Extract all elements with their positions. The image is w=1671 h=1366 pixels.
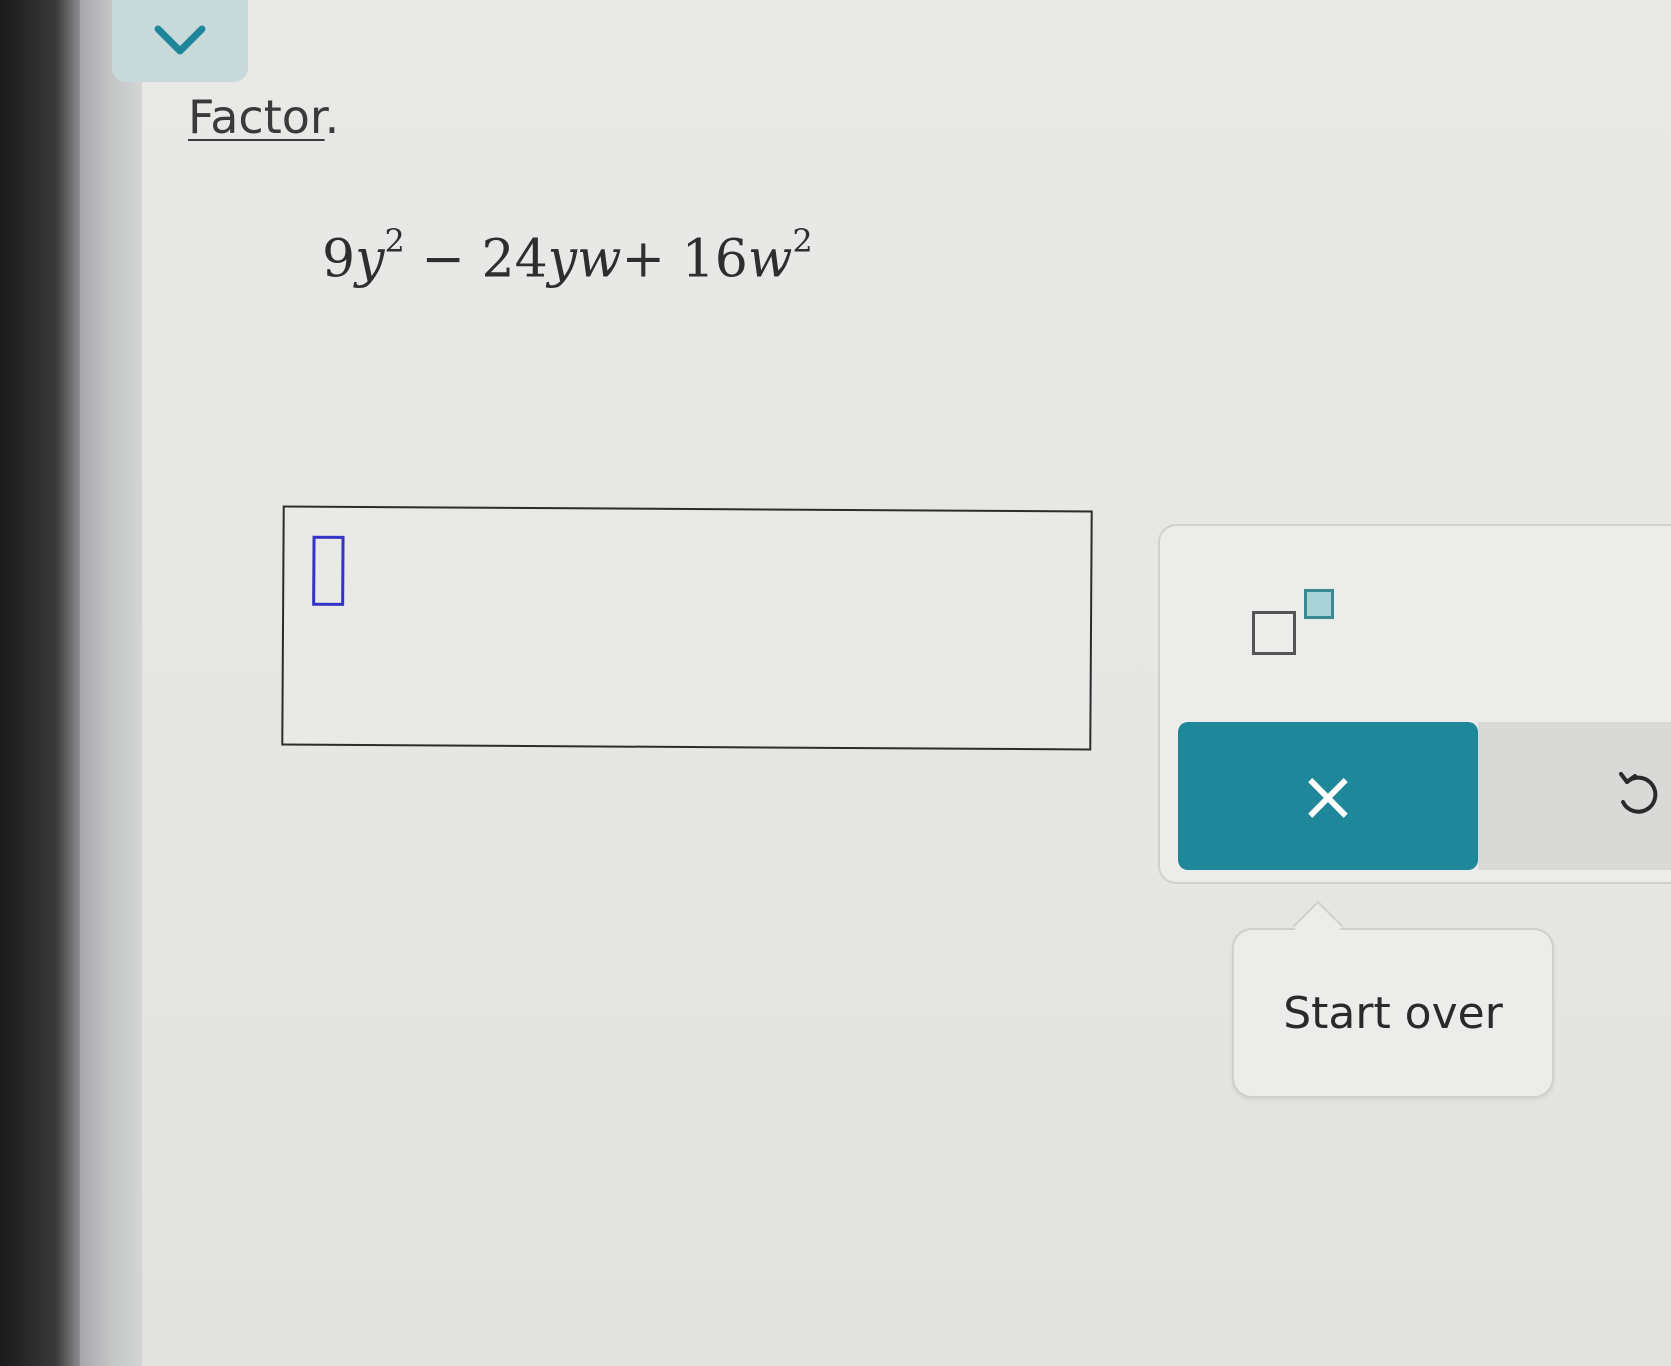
term2-coefficient: 24: [481, 229, 548, 290]
superscript-exponent-icon: [1304, 589, 1334, 619]
tooltip-arrow: [1292, 900, 1344, 952]
operator-minus: −: [421, 229, 465, 290]
undo-icon: [1619, 772, 1658, 814]
input-cursor-placeholder[interactable]: [312, 535, 345, 606]
tooltip-label: Start over: [1283, 987, 1503, 1039]
term2-variables: yw: [547, 229, 622, 290]
term1-coefficient: 9: [322, 229, 356, 290]
superscript-button[interactable]: [1230, 581, 1340, 671]
math-keypad: ×: [1158, 524, 1671, 884]
screen: Factor. 9y2 − 24yw+ 16w2 × Start over: [0, 0, 1671, 1366]
superscript-template-icon: [1252, 611, 1296, 655]
term3-exponent: 2: [792, 222, 813, 260]
page-left-gutter: [80, 0, 142, 1366]
instruction-period: .: [324, 90, 340, 144]
clear-button[interactable]: ×: [1178, 722, 1478, 870]
collapse-button[interactable]: [112, 0, 248, 82]
factor-link[interactable]: Factor: [188, 90, 325, 144]
monitor-bezel: [0, 0, 80, 1366]
question-instruction: Factor.: [188, 90, 339, 144]
term3-variable: w: [747, 229, 793, 290]
answer-input[interactable]: [281, 505, 1093, 751]
chevron-down-icon: [154, 25, 206, 55]
operator-plus: +: [621, 229, 666, 290]
undo-button[interactable]: [1478, 722, 1671, 870]
start-over-tooltip: Start over: [1232, 900, 1554, 1098]
close-icon: ×: [1298, 755, 1358, 837]
term1-exponent: 2: [384, 222, 405, 260]
term3-coefficient: 16: [681, 229, 748, 290]
term1-variable: y: [355, 229, 385, 290]
math-expression: 9y2 − 24yw+ 16w2: [322, 222, 813, 290]
